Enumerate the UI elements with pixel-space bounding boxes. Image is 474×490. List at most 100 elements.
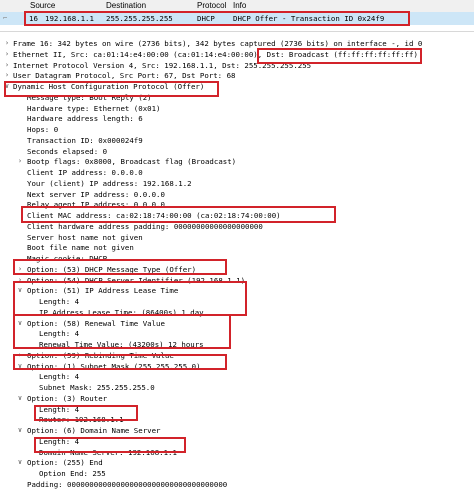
chevron-down-icon[interactable]: ∨ [3, 81, 11, 92]
chevron-right-icon[interactable]: › [16, 275, 24, 286]
detail-row-text: IP Address Lease Time: (86400s) 1 day [39, 307, 204, 317]
detail-row[interactable]: › Option: (59) Rebinding Time Value [0, 350, 474, 361]
detail-row[interactable]: Renewal Time Value: (43200s) 12 hours [0, 339, 474, 350]
detail-row[interactable]: Length: 4 [0, 436, 474, 447]
detail-row[interactable]: Relay agent IP address: 0.0.0.0 [0, 199, 474, 210]
detail-row-text: Server host name not given [27, 232, 143, 242]
detail-row-text: Message type: Boot Reply (2) [27, 92, 152, 102]
detail-row-text: Ethernet II, Src: ca:01:14:e4:00:00 (ca:… [13, 49, 418, 59]
detail-row[interactable]: › Option: (53) DHCP Message Type (Offer) [0, 264, 474, 275]
detail-row-text: Client MAC address: ca:02:18:74:00:00 (c… [27, 211, 281, 220]
detail-row-text: Relay agent IP address: 0.0.0.0 [27, 200, 165, 210]
detail-row-text: Your (client) IP address: 192.168.1.2 [27, 178, 192, 188]
detail-row-text: Option: (6) Domain Name Server [27, 426, 161, 435]
detail-row-text: Length: 4 [39, 297, 80, 306]
chevron-down-icon[interactable]: ∨ [16, 425, 24, 436]
detail-row[interactable]: Padding: 0000000000000000000000000000000… [0, 479, 474, 490]
detail-row[interactable]: › Ethernet II, Src: ca:01:14:e4:00:00 (ca… [0, 49, 474, 60]
detail-row[interactable]: › Frame 16: 342 bytes on wire (2736 bits)… [0, 38, 474, 49]
related-packet-icon: ⌐ [3, 14, 8, 22]
detail-row-text: Option: (3) Router [27, 393, 108, 403]
chevron-right-icon[interactable]: › [3, 38, 11, 49]
detail-row-text: Next server IP address: 0.0.0.0 [27, 189, 165, 199]
chevron-right-icon[interactable]: › [3, 70, 11, 81]
detail-row[interactable]: ∨ Option: (3) Router [0, 393, 474, 404]
detail-row[interactable]: Your (client) IP address: 192.168.1.2 [0, 178, 474, 189]
detail-row-text: Length: 4 [39, 329, 80, 339]
detail-row-text: Router: 192.168.1.1 [39, 415, 124, 425]
detail-row[interactable]: Client MAC address: ca:02:18:74:00:00 (c… [0, 210, 474, 221]
detail-row[interactable]: ∨ Dynamic Host Configuration Protocol (Of… [0, 81, 474, 92]
detail-row[interactable]: Domain Name Server: 192.168.1.1 [0, 447, 474, 458]
detail-row-text: Seconds elapsed: 0 [27, 146, 108, 156]
detail-row-text: Option: (51) IP Address Lease Time [27, 286, 179, 296]
detail-row[interactable]: Subnet Mask: 255.255.255.0 [0, 382, 474, 393]
chevron-down-icon[interactable]: ∨ [16, 361, 24, 372]
packet-highlight-box [24, 11, 410, 26]
detail-row-text: Option: (59) Rebinding Time Value [27, 350, 174, 360]
detail-row-text: Magic cookie: DHCP [27, 254, 108, 263]
chevron-right-icon[interactable]: › [16, 156, 24, 167]
detail-row[interactable]: Length: 4 [0, 296, 474, 307]
detail-row-text: Client IP address: 0.0.0.0 [27, 168, 143, 177]
detail-row-text: Dynamic Host Configuration Protocol (Off… [13, 82, 205, 91]
detail-row-text: Option: (255) End [27, 458, 103, 468]
chevron-down-icon[interactable]: ∨ [16, 285, 24, 296]
detail-row[interactable]: Hardware type: Ethernet (0x01) [0, 103, 474, 114]
chevron-right-icon[interactable]: › [3, 49, 11, 60]
detail-row[interactable]: Seconds elapsed: 0 [0, 146, 474, 157]
detail-row[interactable]: › Bootp flags: 0x8000, Broadcast flag (Br… [0, 156, 474, 167]
detail-row[interactable]: Client hardware address padding: 0000000… [0, 221, 474, 232]
detail-row[interactable]: ∨ Option: (51) IP Address Lease Time [0, 285, 474, 296]
chevron-right-icon[interactable]: › [16, 264, 24, 275]
detail-row-text: Transaction ID: 0x000024f9 [27, 135, 143, 145]
detail-row[interactable]: Next server IP address: 0.0.0.0 [0, 189, 474, 200]
detail-row[interactable]: ∨ Option: (58) Renewal Time Value [0, 318, 474, 329]
detail-row[interactable]: › Internet Protocol Version 4, Src: 192.1… [0, 60, 474, 71]
detail-row[interactable]: Transaction ID: 0x000024f9 [0, 135, 474, 146]
detail-row-text: Domain Name Server: 192.168.1.1 [39, 447, 177, 457]
detail-row-text: Option: (54) DHCP Server Identifier (192… [27, 275, 246, 285]
detail-row-text: Option: (53) DHCP Message Type (Offer) [27, 264, 197, 274]
detail-row-text: Option: (58) Renewal Time Value [27, 318, 165, 328]
detail-row-text: Bootp flags: 0x8000, Broadcast flag (Bro… [27, 157, 237, 167]
detail-row-text: Subnet Mask: 255.255.255.0 [39, 383, 155, 392]
detail-row-text: Option End: 255 [39, 469, 106, 478]
detail-row-text: Length: 4 [39, 404, 80, 414]
chevron-right-icon[interactable]: › [3, 60, 11, 71]
detail-row[interactable]: Boot file name not given [0, 242, 474, 253]
detail-row-text: Hops: 0 [27, 125, 59, 134]
detail-row-text: Length: 4 [39, 436, 80, 446]
detail-row-text: Option: (1) Subnet Mask (255.255.255.0) [27, 361, 201, 371]
detail-row[interactable]: Length: 4 [0, 404, 474, 415]
detail-row-text: Boot file name not given [27, 243, 134, 253]
detail-row[interactable]: IP Address Lease Time: (86400s) 1 day [0, 307, 474, 318]
detail-row[interactable]: › Option: (54) DHCP Server Identifier (19… [0, 275, 474, 286]
detail-row[interactable]: Magic cookie: DHCP [0, 253, 474, 264]
detail-row[interactable]: Length: 4 [0, 371, 474, 382]
detail-row-text: Hardware type: Ethernet (0x01) [27, 103, 161, 113]
chevron-down-icon[interactable]: ∨ [16, 393, 24, 404]
detail-row[interactable]: ∨ Option: (255) End [0, 457, 474, 468]
detail-row[interactable]: › User Datagram Protocol, Src Port: 67, D… [0, 70, 474, 81]
detail-row[interactable]: Client IP address: 0.0.0.0 [0, 167, 474, 178]
detail-row-text: User Datagram Protocol, Src Port: 67, Ds… [13, 71, 236, 81]
detail-row[interactable]: Option End: 255 [0, 468, 474, 479]
detail-row[interactable]: ∨ Option: (1) Subnet Mask (255.255.255.0) [0, 361, 474, 372]
detail-row[interactable]: ∨ Option: (6) Domain Name Server [0, 425, 474, 436]
detail-row-text: Hardware address length: 6 [27, 114, 143, 124]
chevron-down-icon[interactable]: ∨ [16, 457, 24, 468]
chevron-right-icon[interactable]: › [16, 350, 24, 361]
pane-divider[interactable] [0, 31, 474, 32]
chevron-down-icon[interactable]: ∨ [16, 318, 24, 329]
detail-row-text: Length: 4 [39, 372, 80, 382]
detail-row-text: Client hardware address padding: 0000000… [27, 221, 263, 231]
detail-row[interactable]: Router: 192.168.1.1 [0, 414, 474, 425]
detail-row-text: Internet Protocol Version 4, Src: 192.16… [13, 60, 312, 70]
detail-row[interactable]: Hardware address length: 6 [0, 113, 474, 124]
detail-row[interactable]: Message type: Boot Reply (2) [0, 92, 474, 103]
detail-row[interactable]: Server host name not given [0, 232, 474, 243]
detail-row-text: Renewal Time Value: (43200s) 12 hours [39, 340, 204, 349]
detail-row[interactable]: Hops: 0 [0, 124, 474, 135]
detail-row[interactable]: Length: 4 [0, 328, 474, 339]
